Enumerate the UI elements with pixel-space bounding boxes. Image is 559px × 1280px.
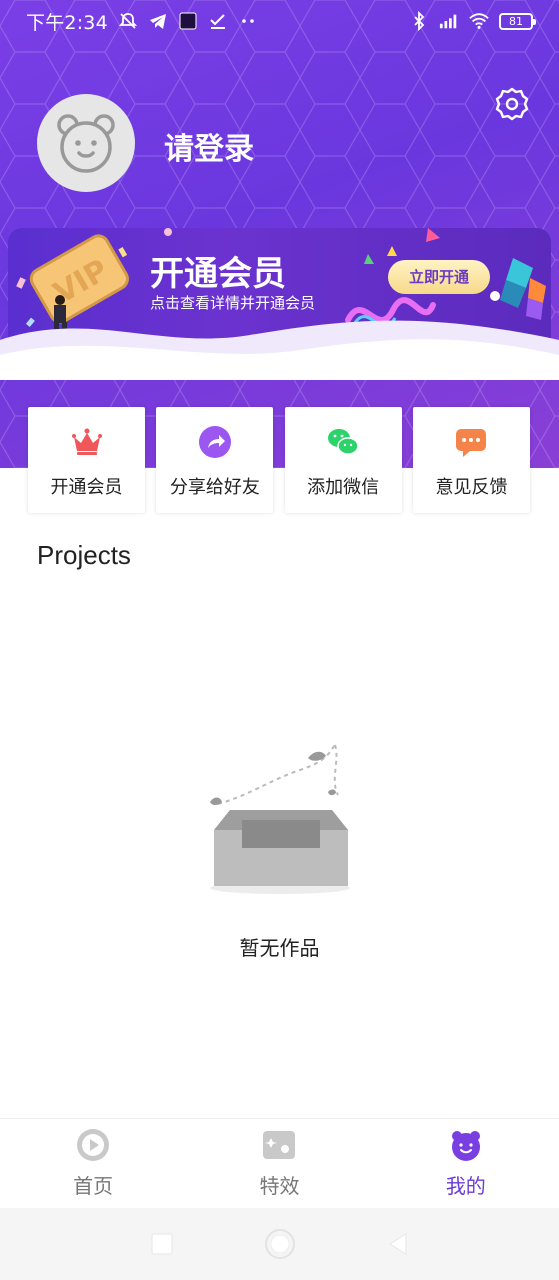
bluetooth-icon — [414, 11, 425, 31]
play-icon — [77, 1129, 110, 1161]
status-time: 下午2:34 — [26, 11, 108, 34]
bear-face-icon — [57, 114, 115, 173]
action-open-vip[interactable]: 开通会员 — [28, 407, 145, 513]
system-navigation-bar — [0, 1208, 559, 1280]
app-square-icon — [179, 12, 197, 30]
action-add-wechat[interactable]: 添加微信 — [284, 407, 402, 513]
recent-apps-icon[interactable] — [150, 1232, 174, 1256]
bottom-navigation: 首页 特效 我的 — [0, 1118, 559, 1208]
crown-icon — [71, 428, 102, 455]
more-dots-icon — [242, 19, 254, 23]
action-label: 意见反馈 — [435, 477, 508, 498]
action-label: 开通会员 — [50, 477, 123, 498]
gear-icon[interactable] — [494, 86, 530, 122]
action-feedback[interactable]: 意见反馈 — [412, 407, 530, 513]
checklist-icon — [210, 14, 225, 29]
empty-tray-icon — [210, 744, 350, 894]
effects-icon — [263, 1131, 296, 1159]
projects-title: Projects — [37, 540, 131, 570]
nav-label: 首页 — [73, 1174, 114, 1198]
telegram-icon — [149, 14, 166, 29]
signal-icon — [439, 14, 457, 29]
back-triangle-icon[interactable] — [386, 1232, 410, 1256]
action-label: 添加微信 — [307, 477, 380, 498]
mine-icon — [451, 1131, 480, 1161]
action-label: 分享给好友 — [169, 477, 260, 498]
nav-effects[interactable]: 特效 — [209, 1128, 349, 1199]
mute-bell-icon — [118, 13, 138, 29]
nav-label: 特效 — [259, 1174, 300, 1198]
nav-label: 我的 — [445, 1174, 486, 1198]
vip-title: 开通会员 — [150, 254, 286, 294]
wave-divider — [0, 320, 559, 380]
feedback-icon — [456, 429, 487, 457]
wifi-icon — [469, 13, 489, 29]
battery-indicator: 81 — [499, 12, 536, 30]
activate-now-button[interactable]: 立即开通 — [388, 260, 490, 294]
quick-actions: 开通会员 分享给好友 添加微信 意见反馈 — [28, 407, 530, 513]
empty-state-text: 暂无作品 — [239, 936, 320, 960]
action-share-friend[interactable]: 分享给好友 — [156, 407, 274, 513]
home-circle-icon[interactable] — [264, 1228, 296, 1260]
share-icon — [198, 426, 231, 458]
wechat-icon — [328, 429, 359, 455]
nav-mine[interactable]: 我的 — [396, 1128, 536, 1199]
status-bar: 下午2:34 81 — [0, 0, 559, 42]
nav-home[interactable]: 首页 — [23, 1128, 163, 1199]
login-link[interactable]: 请登录 — [164, 124, 254, 168]
avatar[interactable] — [37, 94, 135, 192]
